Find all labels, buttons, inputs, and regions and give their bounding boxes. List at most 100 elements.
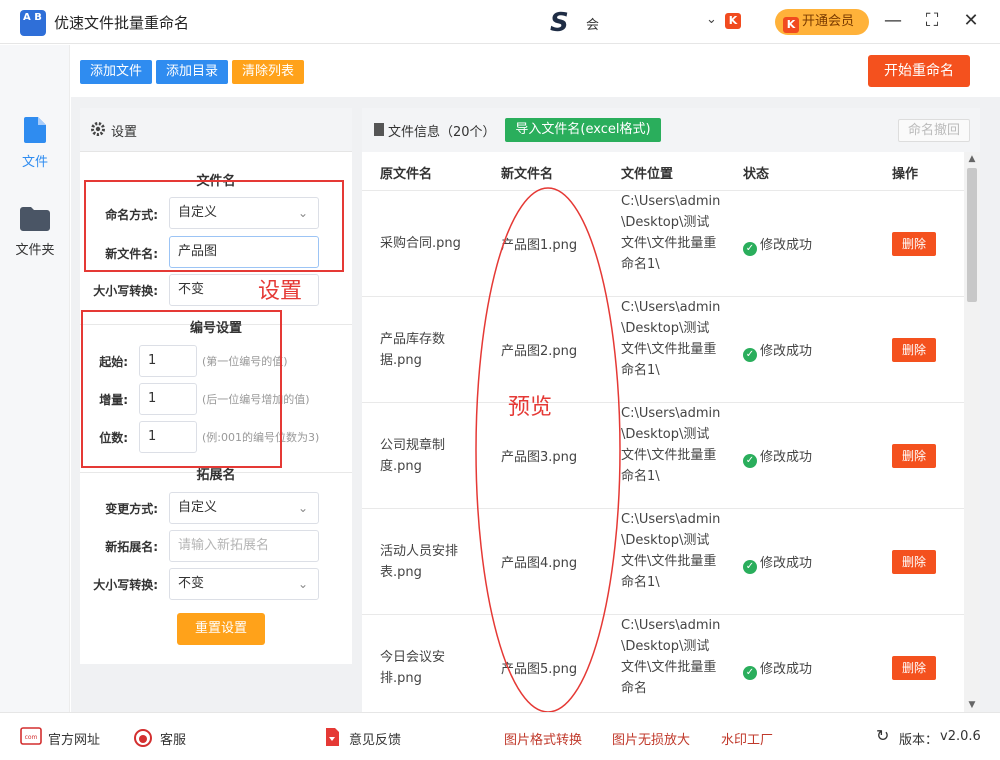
original-filename: 采购合同.png [380,236,461,251]
status: ✓ 修改成功 [743,340,812,362]
status: ✓ 修改成功 [743,552,812,574]
delete-button[interactable]: 删除 [892,232,936,256]
feedback-icon [326,728,339,746]
left-nav: 文件 文件夹 [0,45,70,712]
success-check-icon: ✓ [743,666,757,680]
ext-case-select[interactable]: 不变 ⌄ [169,568,319,600]
vip-badge-icon: K [725,13,741,29]
undo-rename-button[interactable]: 命名撤回 [898,119,970,142]
document-icon [374,123,384,136]
ext-case-label: 大小写转换: [93,578,158,592]
ext-mode-label: 变更方式: [105,502,158,516]
file-location: C:\Users\admin\Desktop\测试文件\文件批量重命名1\ [621,194,721,272]
table-row: 产品库存数据.png 产品图2.png C:\Users\admin\Deskt… [362,296,964,402]
maximize-button[interactable]: ⛶ [921,10,943,31]
gear-icon [91,122,105,136]
status-text: 修改成功 [760,238,813,253]
file-location: C:\Users\admin\Desktop\测试文件\文件批量重命名1\ [621,406,721,484]
column-header-location: 文件位置 [621,167,674,182]
ext-case-value: 不变 [178,576,205,591]
success-check-icon: ✓ [743,454,757,468]
status: ✓ 修改成功 [743,658,812,680]
title-bar: A B 优速文件批量重命名 S 会 ⌄ K K 开通会员 — ⛶ ✕ [0,0,1000,44]
footer: com 官方网址 客服 意见反馈 图片格式转换 图片无损放大 水印工厂 ↻ 版本… [0,712,1000,760]
column-header-status: 状态 [743,167,770,182]
image-format-convert-link[interactable]: 图片格式转换 [504,729,582,748]
scroll-up-icon[interactable]: ▲ [964,154,980,164]
delete-button[interactable]: 删除 [892,550,936,574]
table-row: 公司规章制度.png 产品图3.png C:\Users\admin\Deskt… [362,402,964,508]
column-header-original: 原文件名 [380,167,433,182]
customer-service-icon [134,729,152,747]
original-filename: 产品库存数据.png [380,332,446,368]
file-location: C:\Users\admin\Desktop\测试文件\文件批量重命名 [621,618,721,696]
import-excel-button[interactable]: 导入文件名(excel格式) [505,118,661,142]
app-title: 优速文件批量重命名 [54,14,190,32]
delete-button[interactable]: 删除 [892,656,936,680]
annotation-ellipse-preview [475,187,621,713]
nav-item-file[interactable]: 文件 [0,117,70,170]
status-text: 修改成功 [760,450,813,465]
add-directory-button[interactable]: 添加目录 [156,60,228,84]
original-filename: 活动人员安排表.png [380,544,459,580]
column-header-action: 操作 [892,167,919,182]
minimize-button[interactable]: — [882,10,904,31]
watermark-factory-link[interactable]: 水印工厂 [721,729,773,748]
customer-service-link[interactable]: 客服 [160,729,186,748]
upgrade-vip-button[interactable]: K 开通会员 [775,9,869,35]
nav-item-folder-label: 文件夹 [15,243,55,258]
new-ext-label: 新拓展名: [105,540,158,554]
version-label: 版本： [899,733,939,748]
official-website-link[interactable]: 官方网址 [48,729,100,748]
ext-mode-select[interactable]: 自定义 ⌄ [169,492,319,524]
status-text: 修改成功 [760,662,813,677]
delete-button[interactable]: 删除 [892,338,936,362]
chevron-down-icon: ⌄ [297,501,308,515]
success-check-icon: ✓ [743,560,757,574]
case-label: 大小写转换: [93,284,158,298]
folder-icon [20,207,50,231]
refresh-icon[interactable]: ↻ [876,726,889,745]
annotation-box-settings [84,180,344,272]
user-logo-icon: S [550,8,569,38]
annotation-preview-label: 预览 [508,395,553,420]
status-text: 修改成功 [760,344,813,359]
file-list-panel: 文件信息（20个） 导入文件名(excel格式) 命名撤回 原文件名 新文件名 … [362,108,980,712]
file-icon [24,117,46,143]
annotation-box-numbering [81,310,282,468]
scroll-down-icon[interactable]: ▼ [964,700,980,710]
original-filename: 今日会议安排.png [380,650,446,686]
chevron-down-icon[interactable]: ⌄ [706,12,717,27]
nav-item-folder[interactable]: 文件夹 [0,207,70,258]
add-file-button[interactable]: 添加文件 [80,60,152,84]
annotation-settings-label: 设置 [258,279,303,304]
status: ✓ 修改成功 [743,446,812,468]
ext-mode-value: 自定义 [178,500,218,515]
clear-list-button[interactable]: 清除列表 [232,60,304,84]
vip-icon: K [783,17,799,33]
file-location: C:\Users\admin\Desktop\测试文件\文件批量重命名1\ [621,300,721,378]
file-count-title: 文件信息（20个） [388,125,496,140]
table-row: 活动人员安排表.png 产品图4.png C:\Users\admin\Desk… [362,508,964,614]
success-check-icon: ✓ [743,242,757,256]
user-name[interactable]: 会 [586,14,599,33]
scroll-thumb[interactable] [967,168,977,302]
start-rename-button[interactable]: 开始重命名 [868,55,970,87]
settings-title: 设置 [111,125,138,140]
success-check-icon: ✓ [743,348,757,362]
table-row: 今日会议安排.png 产品图5.png C:\Users\admin\Deskt… [362,614,964,712]
vertical-scrollbar[interactable]: ▲ ▼ [964,152,980,712]
file-list-header: 文件信息（20个） 导入文件名(excel格式) 命名撤回 [362,108,980,152]
feedback-link[interactable]: 意见反馈 [349,729,401,748]
table-row: 采购合同.png 产品图1.png C:\Users\admin\Desktop… [362,190,964,296]
com-badge-text: com [25,734,38,741]
delete-button[interactable]: 删除 [892,444,936,468]
version-value: v2.0.6 [940,729,981,744]
status: ✓ 修改成功 [743,234,812,256]
reset-settings-button[interactable]: 重置设置 [177,613,265,645]
chevron-down-icon: ⌄ [297,577,308,591]
close-button[interactable]: ✕ [960,10,982,31]
new-ext-input[interactable]: 请输入新拓展名 [169,530,319,562]
website-icon: com [20,727,42,745]
image-upscale-link[interactable]: 图片无损放大 [612,729,690,748]
